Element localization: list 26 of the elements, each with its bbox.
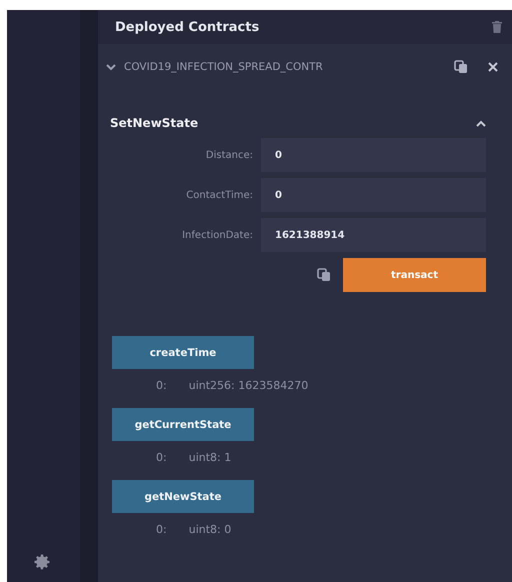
call-button[interactable]: createTime bbox=[112, 336, 254, 369]
copy-icon[interactable] bbox=[317, 268, 331, 282]
result-value: uint256: 1623584270 bbox=[188, 379, 308, 392]
chevron-down-icon[interactable] bbox=[106, 62, 116, 72]
copy-icon[interactable] bbox=[454, 60, 468, 74]
function-name: SetNewState bbox=[110, 116, 198, 130]
input-field[interactable]: 0 bbox=[261, 178, 486, 212]
result-value: uint8: 1 bbox=[188, 451, 232, 464]
input-label: Distance: bbox=[204, 150, 254, 160]
result-index: 0: bbox=[156, 451, 167, 464]
close-icon[interactable] bbox=[488, 62, 498, 72]
chevron-up-icon[interactable] bbox=[476, 120, 486, 126]
result-value: uint8: 0 bbox=[188, 523, 232, 536]
input-field[interactable]: 1621388914 bbox=[261, 218, 486, 252]
settings-icon[interactable] bbox=[32, 552, 52, 572]
input-label: InfectionDate: bbox=[181, 230, 254, 240]
transact-button[interactable]: transact bbox=[343, 258, 486, 292]
trash-icon[interactable] bbox=[492, 21, 502, 33]
contract-name: COVID19_INFECTION_SPREAD_CONTR bbox=[124, 61, 324, 73]
result-index: 0: bbox=[156, 523, 167, 536]
call-button[interactable]: getCurrentState bbox=[112, 408, 254, 441]
call-button[interactable]: getNewState bbox=[112, 480, 254, 513]
input-label: ContactTime: bbox=[185, 190, 254, 200]
input-field[interactable]: 0 bbox=[261, 138, 486, 172]
result-index: 0: bbox=[156, 379, 167, 392]
panel-title: Deployed Contracts bbox=[115, 20, 260, 34]
